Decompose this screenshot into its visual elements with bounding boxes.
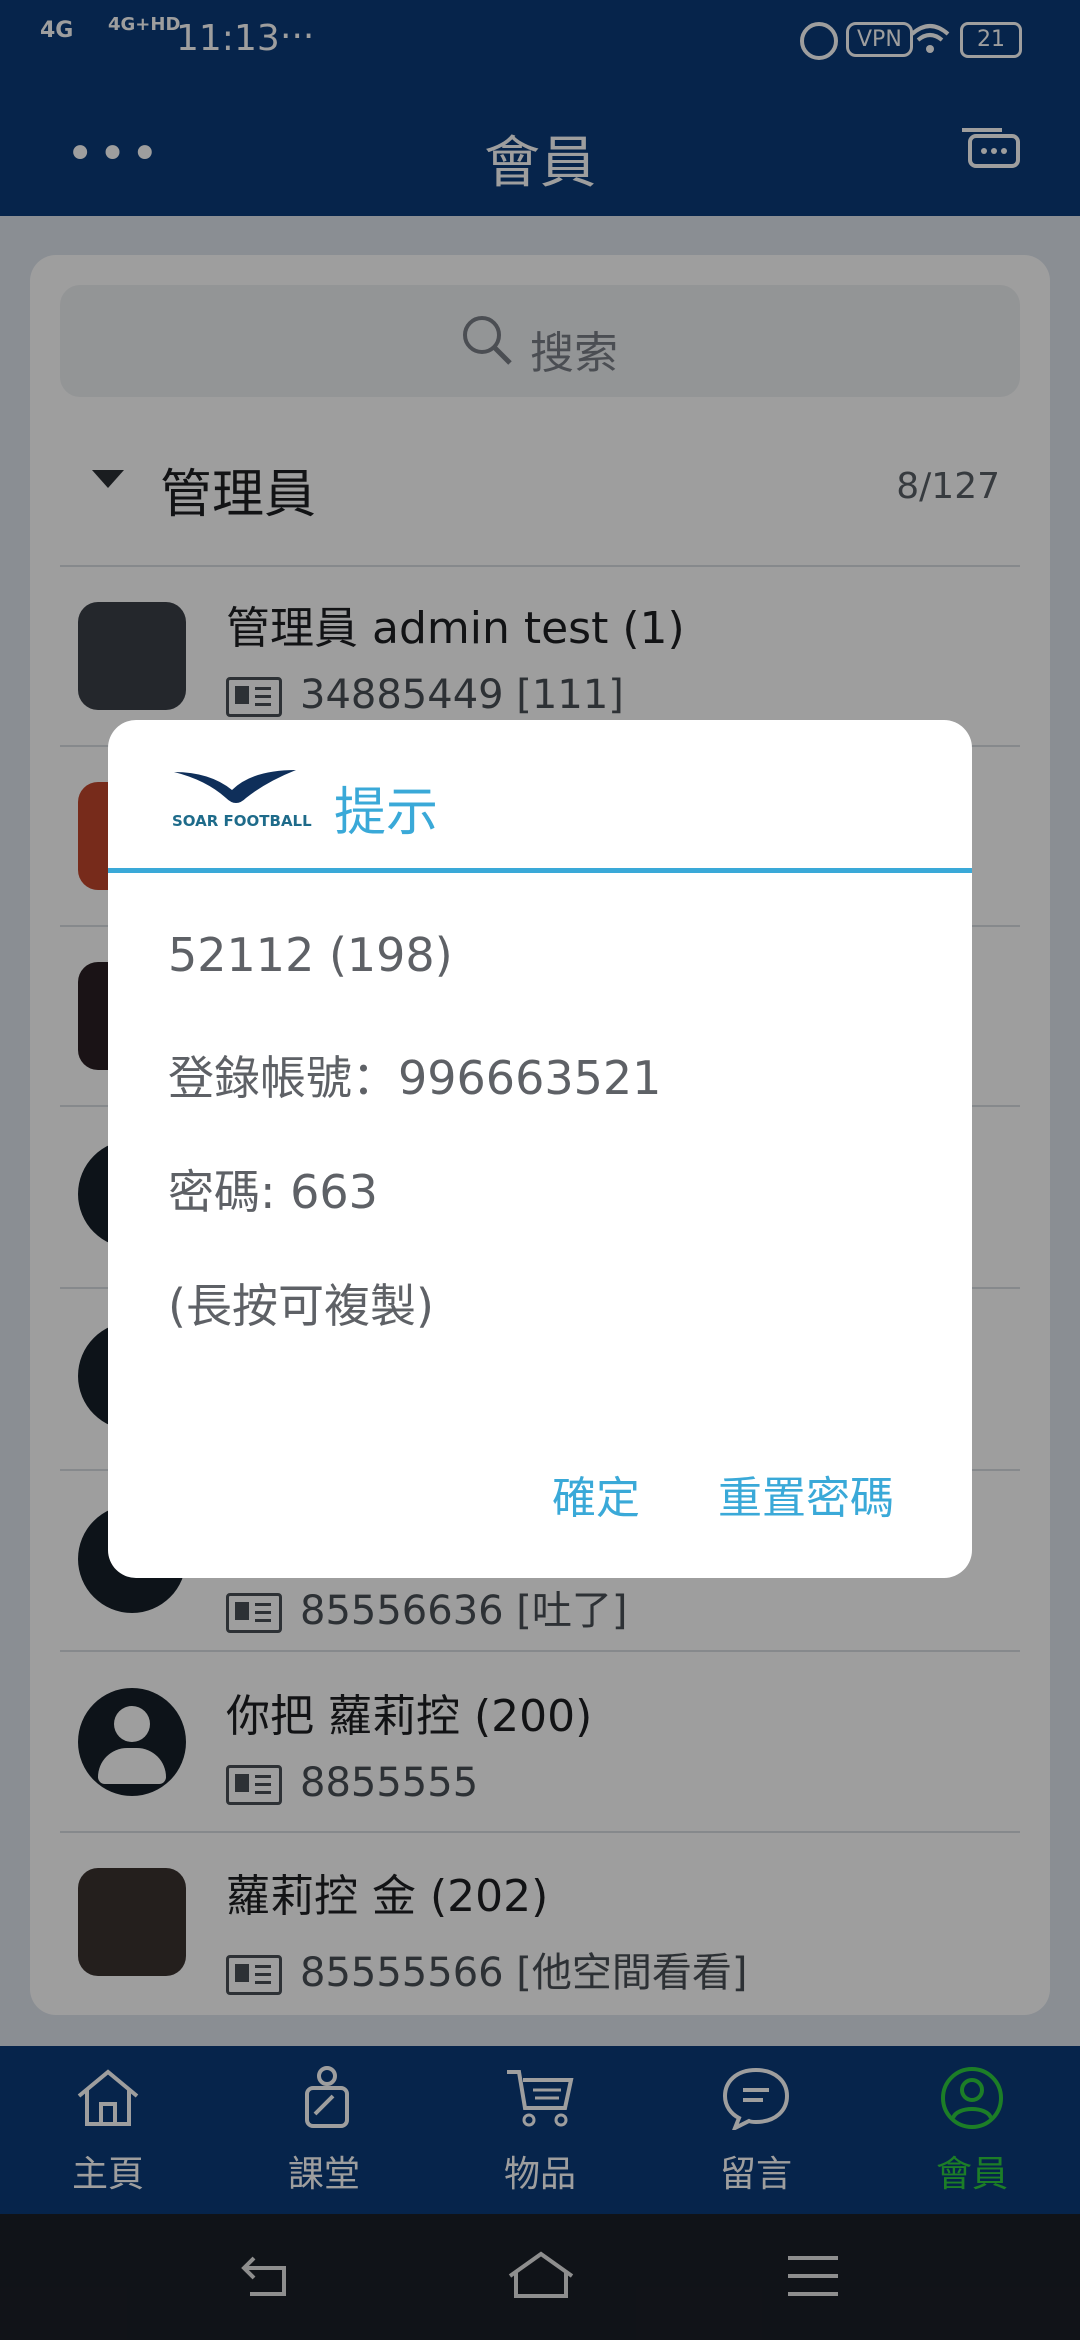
login-account-text: 登錄帳號：996663521 (168, 1051, 662, 1105)
dialog-title-divider (108, 868, 972, 873)
reset-password-button[interactable]: 重置密碼 (718, 1462, 894, 1526)
dialog-title: 提示 (334, 783, 439, 843)
soar-football-logo: SOAR FOOTBALL (170, 764, 312, 844)
member-info-text: 52112 (198) (168, 928, 453, 982)
logo-text: SOAR FOOTBALL (172, 812, 312, 830)
confirm-button[interactable]: 確定 (552, 1462, 640, 1526)
password-text: 密碼: 663 (168, 1165, 378, 1219)
copy-hint-text: (長按可複製) (168, 1279, 434, 1333)
bird-logo-icon (174, 770, 296, 803)
alert-dialog: SOAR FOOTBALL 提示 52112 (198) 登錄帳號：996663… (108, 720, 972, 1578)
